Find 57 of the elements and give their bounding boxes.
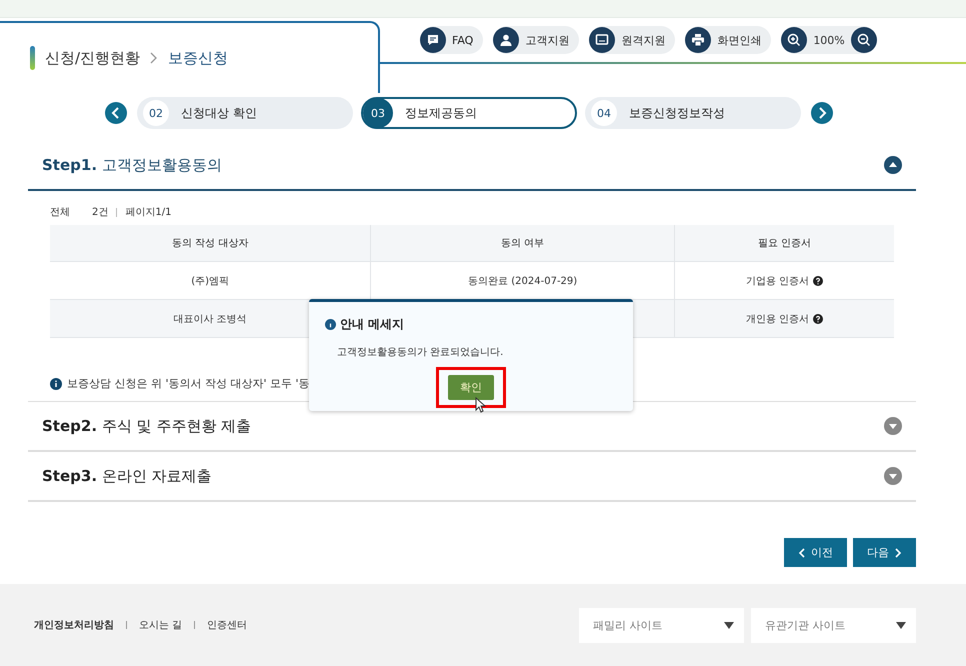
chevron-right-icon	[895, 548, 902, 558]
expand-icon[interactable]	[884, 467, 902, 485]
table-cell: 개인용 인증서	[746, 312, 824, 326]
section-header[interactable]: Step1. 고객정보활용동의	[28, 141, 916, 191]
footer-link[interactable]: 개인정보처리방침	[34, 618, 114, 632]
section-header[interactable]: Step2. 주식 및 주주현황 제출	[28, 402, 916, 450]
dropdown-arrow-icon	[896, 622, 906, 628]
total-count: 2건	[92, 206, 108, 219]
footer-link[interactable]: 오시는 길	[139, 618, 182, 632]
toolbar-button[interactable]: 화면인쇄	[685, 26, 772, 54]
page-indicator: 페이지1/1	[125, 206, 172, 219]
confirm-button[interactable]: 확인	[448, 375, 494, 400]
table-cell: 기업용 인증서	[746, 274, 824, 288]
section-header[interactable]: Step3. 온라인 자료제출	[28, 452, 916, 500]
info-icon	[325, 319, 336, 330]
help-icon[interactable]	[813, 276, 824, 286]
printer-icon	[685, 27, 712, 53]
zoom-value: 100%	[813, 34, 845, 46]
table-cell-text: 대표이사 조병석	[174, 312, 247, 326]
column-header: 동의 작성 대상자	[50, 225, 371, 262]
chevron-icon	[150, 52, 158, 64]
column-header: 필요 인증서	[674, 225, 894, 262]
breadcrumb-link[interactable]: 신청/진행현황	[45, 48, 140, 68]
step-tab[interactable]: 02 신청대상 확인	[137, 97, 353, 129]
info-icon	[50, 378, 62, 390]
toolbar-button[interactable]: 고객지원	[493, 26, 580, 54]
nav-button[interactable]: 이전	[784, 538, 847, 567]
section-title: Step2. 주식 및 주주현황 제출	[42, 416, 252, 436]
accent-bar-icon	[30, 46, 35, 70]
monitor-icon	[589, 27, 616, 53]
notice-text: 보증상담 신청은 위 '동의서 작성 대상자' 모두 '동	[67, 376, 310, 391]
step-tab[interactable]: 04 보증신청정보작성	[585, 97, 801, 129]
chevron-left-icon	[798, 548, 805, 558]
zoom-in-icon[interactable]	[781, 27, 808, 53]
section-title: Step1. 고객정보활용동의	[42, 156, 222, 174]
site-select[interactable]: 유관기관 사이트	[751, 608, 916, 642]
nav-button[interactable]: 다음	[853, 538, 916, 567]
dialog-title: 안내 메세지	[340, 316, 404, 333]
dropdown-arrow-icon	[724, 622, 734, 628]
table-cell-text: 동의완료 (2024-07-29)	[468, 274, 578, 288]
section-title: Step3. 온라인 자료제출	[42, 466, 212, 486]
collapse-icon[interactable]	[884, 156, 902, 174]
toolbar-button[interactable]: 원격지원	[589, 26, 676, 54]
total-label: 전체	[50, 206, 70, 219]
step-tab[interactable]: 03 정보제공동의	[361, 97, 577, 129]
dialog-message: 고객정보활용동의가 완료되었습니다.	[337, 346, 504, 359]
toolbar-button[interactable]: FAQ	[420, 26, 484, 54]
expand-icon[interactable]	[884, 417, 902, 435]
chat-icon	[420, 27, 446, 53]
help-icon[interactable]	[813, 314, 824, 324]
breadcrumb-link[interactable]: 보증신청	[168, 48, 228, 68]
person-icon	[493, 27, 520, 53]
zoom-out-icon[interactable]	[850, 27, 877, 53]
footer-link[interactable]: 인증센터	[207, 618, 248, 632]
site-select[interactable]: 패밀리 사이트	[579, 608, 744, 642]
column-header: 동의 여부	[370, 225, 675, 262]
table-cell-text: (주)엠픽	[191, 274, 230, 288]
